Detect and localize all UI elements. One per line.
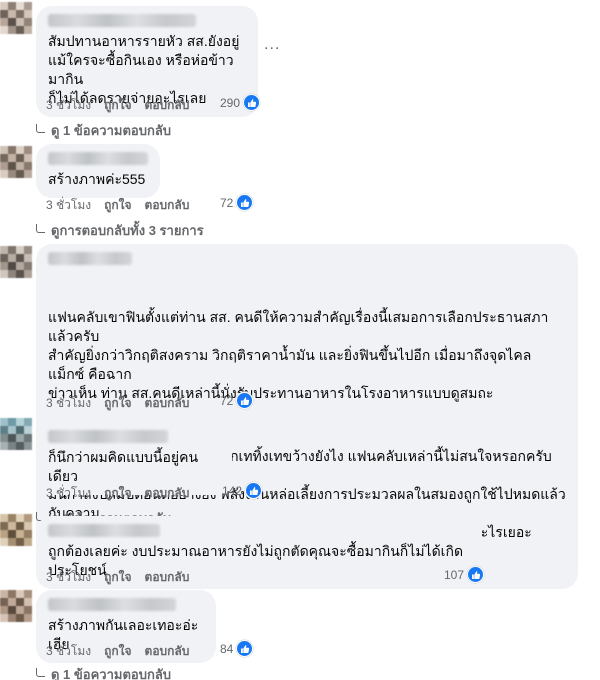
view-replies-link[interactable]: ดูการตอบกลับทั้ง 3 รายการ <box>36 220 204 241</box>
like-thumb-icon <box>236 640 254 657</box>
author-name[interactable] <box>48 524 160 537</box>
comment-time[interactable]: 3 ชั่วโมง <box>46 484 91 503</box>
reply-button[interactable]: ตอบกลับ <box>145 484 190 503</box>
like-thumb-icon <box>236 194 254 211</box>
like-button[interactable]: ถูกใจ <box>104 96 131 115</box>
comment-time[interactable]: 3 ชั่วโมง <box>46 394 91 413</box>
reply-button[interactable]: ตอบกลับ <box>145 642 190 661</box>
reaction-count[interactable]: 84 <box>220 640 254 657</box>
like-button[interactable]: ถูกใจ <box>104 196 131 215</box>
comment-text: ก็นึกว่าผมคิดแบบนี้อยู่คนเดียว <box>48 449 199 484</box>
comment-actions: 3 ชั่วโมง ถูกใจ ตอบกลับ <box>46 484 189 503</box>
reaction-count[interactable]: 107 <box>444 566 485 583</box>
comment-time[interactable]: 3 ชั่วโมง <box>46 96 91 115</box>
comment-actions: 3 ชั่วโมง ถูกใจ ตอบกลับ <box>46 394 189 413</box>
avatar[interactable] <box>0 2 34 36</box>
reply-button[interactable]: ตอบกลับ <box>145 568 190 587</box>
like-button[interactable]: ถูกใจ <box>104 568 131 587</box>
reaction-count[interactable]: 142 <box>222 482 263 499</box>
like-thumb-icon <box>245 482 263 499</box>
like-button[interactable]: ถูกใจ <box>104 642 131 661</box>
author-name[interactable] <box>48 252 132 265</box>
reply-arrow-icon <box>36 124 45 133</box>
comment-text: สร้างภาพค่ะ555 <box>48 171 146 187</box>
reply-arrow-icon <box>36 668 45 677</box>
reply-arrow-icon <box>36 224 45 233</box>
author-name[interactable] <box>48 152 148 165</box>
avatar[interactable] <box>0 418 34 452</box>
reply-button[interactable]: ตอบกลับ <box>145 96 190 115</box>
author-name[interactable] <box>48 14 196 27</box>
more-options-icon[interactable]: ... <box>264 36 280 54</box>
avatar[interactable] <box>0 146 34 180</box>
comment-time[interactable]: 3 ชั่วโมง <box>46 642 91 661</box>
reaction-count[interactable]: 72 <box>220 392 254 409</box>
comment-actions: 3 ชั่วโมง ถูกใจ ตอบกลับ <box>46 568 189 587</box>
like-thumb-icon <box>467 566 485 583</box>
view-replies-link[interactable]: ดู 1 ข้อความตอบกลับ <box>36 120 171 141</box>
comment-actions: 3 ชั่วโมง ถูกใจ ตอบกลับ <box>46 96 189 115</box>
like-button[interactable]: ถูกใจ <box>104 484 131 503</box>
avatar[interactable] <box>0 590 34 624</box>
reaction-count[interactable]: 72 <box>220 194 254 211</box>
reply-button[interactable]: ตอบกลับ <box>145 394 190 413</box>
avatar[interactable] <box>0 514 34 548</box>
like-button[interactable]: ถูกใจ <box>104 394 131 413</box>
avatar[interactable] <box>0 246 34 280</box>
like-thumb-icon <box>243 94 261 111</box>
reaction-count[interactable]: 290 <box>220 94 261 111</box>
view-replies-link[interactable]: ดู 1 ข้อความตอบกลับ <box>36 664 171 680</box>
like-thumb-icon <box>236 392 254 409</box>
comment-actions: 3 ชั่วโมง ถูกใจ ตอบกลับ <box>46 642 189 661</box>
comment-paragraph: แฟนคลับเขาฟินตั้งแต่ท่าน สส. คนดีให้ความ… <box>48 309 549 401</box>
comment-time[interactable]: 3 ชั่วโมง <box>46 196 91 215</box>
reply-button[interactable]: ตอบกลับ <box>145 196 190 215</box>
comment-actions: 3 ชั่วโมง ถูกใจ ตอบกลับ <box>46 196 189 215</box>
author-name[interactable] <box>48 430 168 443</box>
comment-bubble: สร้างภาพค่ะ555 <box>36 144 160 198</box>
author-name[interactable] <box>48 598 176 611</box>
comment-time[interactable]: 3 ชั่วโมง <box>46 568 91 587</box>
